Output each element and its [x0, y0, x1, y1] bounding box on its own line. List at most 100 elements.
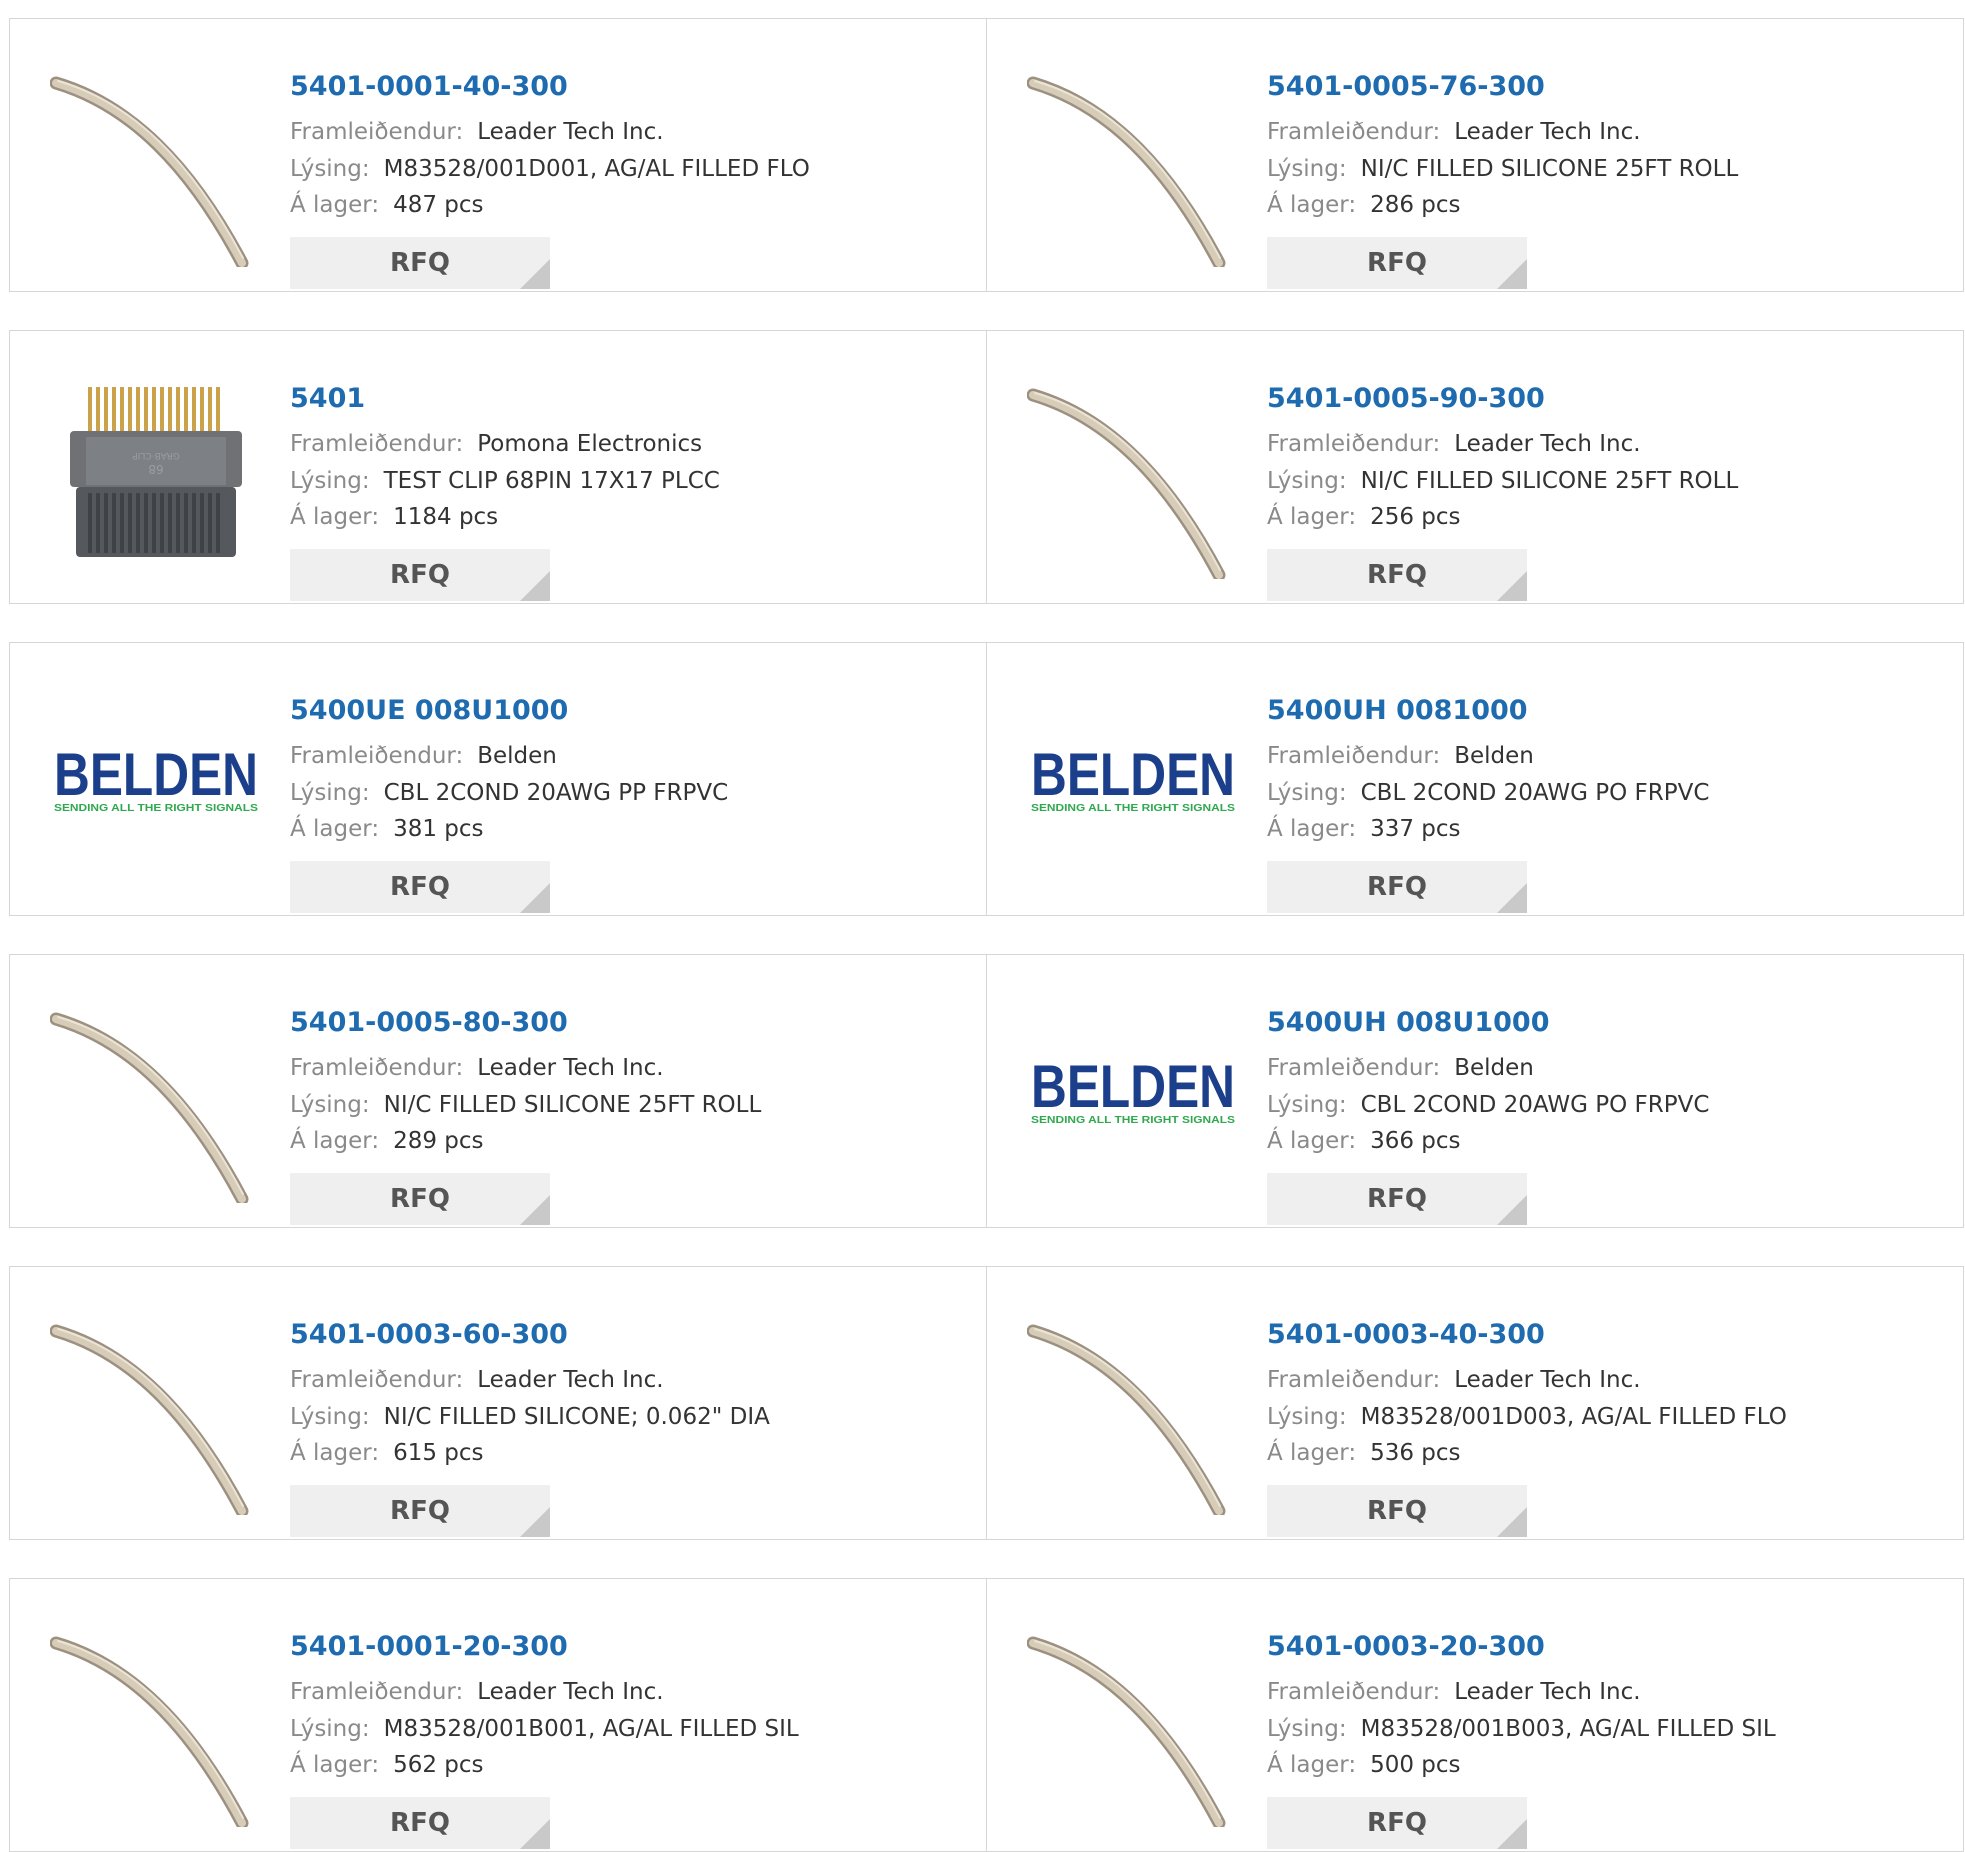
corner-triangle-icon	[520, 1819, 550, 1849]
manufacturer-row: Framleiðendur: Belden	[290, 743, 557, 769]
part-number-link[interactable]: 5401	[290, 383, 365, 414]
manufacturer-value: Leader Tech Inc.	[477, 1055, 664, 1081]
product-image[interactable]: BELDEN SENDING ALL THE RIGHT SIGNALS	[50, 679, 262, 891]
product-image[interactable]	[50, 55, 262, 267]
rfq-label: RFQ	[1367, 1184, 1427, 1214]
svg-text:68: 68	[148, 462, 163, 476]
rfq-label: RFQ	[390, 872, 450, 902]
stock-value: 256 pcs	[1370, 504, 1461, 530]
rfq-label: RFQ	[390, 248, 450, 278]
rfq-button[interactable]: RFQ	[1267, 237, 1527, 289]
corner-triangle-icon	[520, 1195, 550, 1225]
part-number-link[interactable]: 5400UH 0081000	[1267, 695, 1528, 726]
manufacturer-row: Framleiðendur: Leader Tech Inc.	[290, 1679, 664, 1705]
product-card: 5401-0001-20-300 Framleiðendur: Leader Te…	[9, 1578, 987, 1852]
part-number-link[interactable]: 5401-0005-76-300	[1267, 71, 1545, 102]
product-image[interactable]	[1027, 1615, 1239, 1827]
corner-triangle-icon	[1497, 259, 1527, 289]
manufacturer-value: Leader Tech Inc.	[477, 1679, 664, 1705]
description-label: Lýsing:	[290, 1716, 370, 1742]
product-image[interactable]: GRAB·CLIP 68	[50, 367, 262, 579]
stock-value: 289 pcs	[393, 1128, 484, 1154]
stock-row: Á lager: 286 pcs	[1267, 192, 1461, 218]
svg-text:BELDEN: BELDEN	[1031, 745, 1235, 808]
description-value: NI/C FILLED SILICONE 25FT ROLL	[1360, 468, 1739, 494]
description-row: Lýsing: CBL 2COND 20AWG PO FRPVC	[1267, 1092, 1709, 1118]
svg-text:SENDING ALL THE RIGHT SIGNALS: SENDING ALL THE RIGHT SIGNALS	[1031, 1115, 1235, 1126]
rfq-button[interactable]: RFQ	[290, 549, 550, 601]
part-number-link[interactable]: 5401-0005-80-300	[290, 1007, 568, 1038]
product-card: 5401-0005-90-300 Framleiðendur: Leader Te…	[986, 330, 1964, 604]
part-number-link[interactable]: 5401-0003-40-300	[1267, 1319, 1545, 1350]
description-label: Lýsing:	[290, 1404, 370, 1430]
part-number-link[interactable]: 5401-0003-60-300	[290, 1319, 568, 1350]
manufacturer-row: Framleiðendur: Leader Tech Inc.	[1267, 1679, 1641, 1705]
product-row: 5401-0001-20-300 Framleiðendur: Leader Te…	[9, 1578, 1965, 1852]
stock-row: Á lager: 381 pcs	[290, 816, 484, 842]
rfq-button[interactable]: RFQ	[1267, 1485, 1527, 1537]
rfq-label: RFQ	[1367, 872, 1427, 902]
part-number-link[interactable]: 5400UH 008U1000	[1267, 1007, 1550, 1038]
manufacturer-value: Leader Tech Inc.	[477, 119, 664, 145]
gasket-cord-icon	[50, 1012, 249, 1203]
manufacturer-label: Framleiðendur:	[290, 743, 464, 769]
product-image[interactable]	[50, 991, 262, 1203]
product-image[interactable]: BELDEN SENDING ALL THE RIGHT SIGNALS	[1027, 991, 1239, 1203]
corner-triangle-icon	[1497, 883, 1527, 913]
product-card: BELDEN SENDING ALL THE RIGHT SIGNALS 5400…	[9, 642, 987, 916]
description-value: M83528/001D001, AG/AL FILLED FLO	[383, 156, 810, 182]
manufacturer-value: Pomona Electronics	[477, 431, 703, 457]
belden-logo: BELDENSENDING ALL THE RIGHT SIGNALS	[54, 745, 258, 814]
product-image[interactable]: BELDEN SENDING ALL THE RIGHT SIGNALS	[1027, 679, 1239, 891]
corner-triangle-icon	[1497, 571, 1527, 601]
product-image[interactable]	[1027, 1303, 1239, 1515]
stock-label: Á lager:	[1267, 1440, 1357, 1466]
stock-value: 1184 pcs	[393, 504, 499, 530]
rfq-button[interactable]: RFQ	[290, 1797, 550, 1849]
rfq-label: RFQ	[390, 1808, 450, 1838]
product-image[interactable]	[1027, 55, 1239, 267]
part-number-link[interactable]: 5400UE 008U1000	[290, 695, 568, 726]
rfq-button[interactable]: RFQ	[290, 237, 550, 289]
rfq-button[interactable]: RFQ	[1267, 861, 1527, 913]
description-row: Lýsing: CBL 2COND 20AWG PP FRPVC	[290, 780, 728, 806]
stock-label: Á lager:	[290, 192, 380, 218]
stock-label: Á lager:	[290, 504, 380, 530]
part-number-link[interactable]: 5401-0001-40-300	[290, 71, 568, 102]
stock-row: Á lager: 500 pcs	[1267, 1752, 1461, 1778]
product-image[interactable]	[1027, 367, 1239, 579]
manufacturer-label: Framleiðendur:	[290, 431, 464, 457]
stock-label: Á lager:	[1267, 192, 1357, 218]
product-image[interactable]	[50, 1615, 262, 1827]
part-number-link[interactable]: 5401-0005-90-300	[1267, 383, 1545, 414]
rfq-button[interactable]: RFQ	[1267, 549, 1527, 601]
part-number-link[interactable]: 5401-0001-20-300	[290, 1631, 568, 1662]
description-row: Lýsing: TEST CLIP 68PIN 17X17 PLCC	[290, 468, 720, 494]
product-card: 5401-0005-76-300 Framleiðendur: Leader Te…	[986, 18, 1964, 292]
stock-value: 286 pcs	[1370, 192, 1461, 218]
rfq-button[interactable]: RFQ	[1267, 1173, 1527, 1225]
description-value: CBL 2COND 20AWG PO FRPVC	[1360, 1092, 1710, 1118]
rfq-button[interactable]: RFQ	[1267, 1797, 1527, 1849]
part-number-link[interactable]: 5401-0003-20-300	[1267, 1631, 1545, 1662]
stock-row: Á lager: 562 pcs	[290, 1752, 484, 1778]
stock-value: 487 pcs	[393, 192, 484, 218]
product-row: 5401-0005-80-300 Framleiðendur: Leader Te…	[9, 954, 1965, 1228]
description-value: M83528/001B001, AG/AL FILLED SIL	[383, 1716, 799, 1742]
rfq-button[interactable]: RFQ	[290, 1485, 550, 1537]
rfq-label: RFQ	[390, 1184, 450, 1214]
manufacturer-label: Framleiðendur:	[1267, 1679, 1441, 1705]
manufacturer-label: Framleiðendur:	[290, 1679, 464, 1705]
description-label: Lýsing:	[290, 468, 370, 494]
stock-value: 562 pcs	[393, 1752, 484, 1778]
product-image[interactable]	[50, 1303, 262, 1515]
rfq-label: RFQ	[390, 560, 450, 590]
manufacturer-value: Leader Tech Inc.	[1454, 1679, 1641, 1705]
manufacturer-row: Framleiðendur: Leader Tech Inc.	[290, 119, 664, 145]
description-value: NI/C FILLED SILICONE 25FT ROLL	[383, 1092, 762, 1118]
rfq-button[interactable]: RFQ	[290, 1173, 550, 1225]
manufacturer-row: Framleiðendur: Leader Tech Inc.	[1267, 1367, 1641, 1393]
description-value: M83528/001B003, AG/AL FILLED SIL	[1360, 1716, 1776, 1742]
description-label: Lýsing:	[290, 1092, 370, 1118]
rfq-button[interactable]: RFQ	[290, 861, 550, 913]
